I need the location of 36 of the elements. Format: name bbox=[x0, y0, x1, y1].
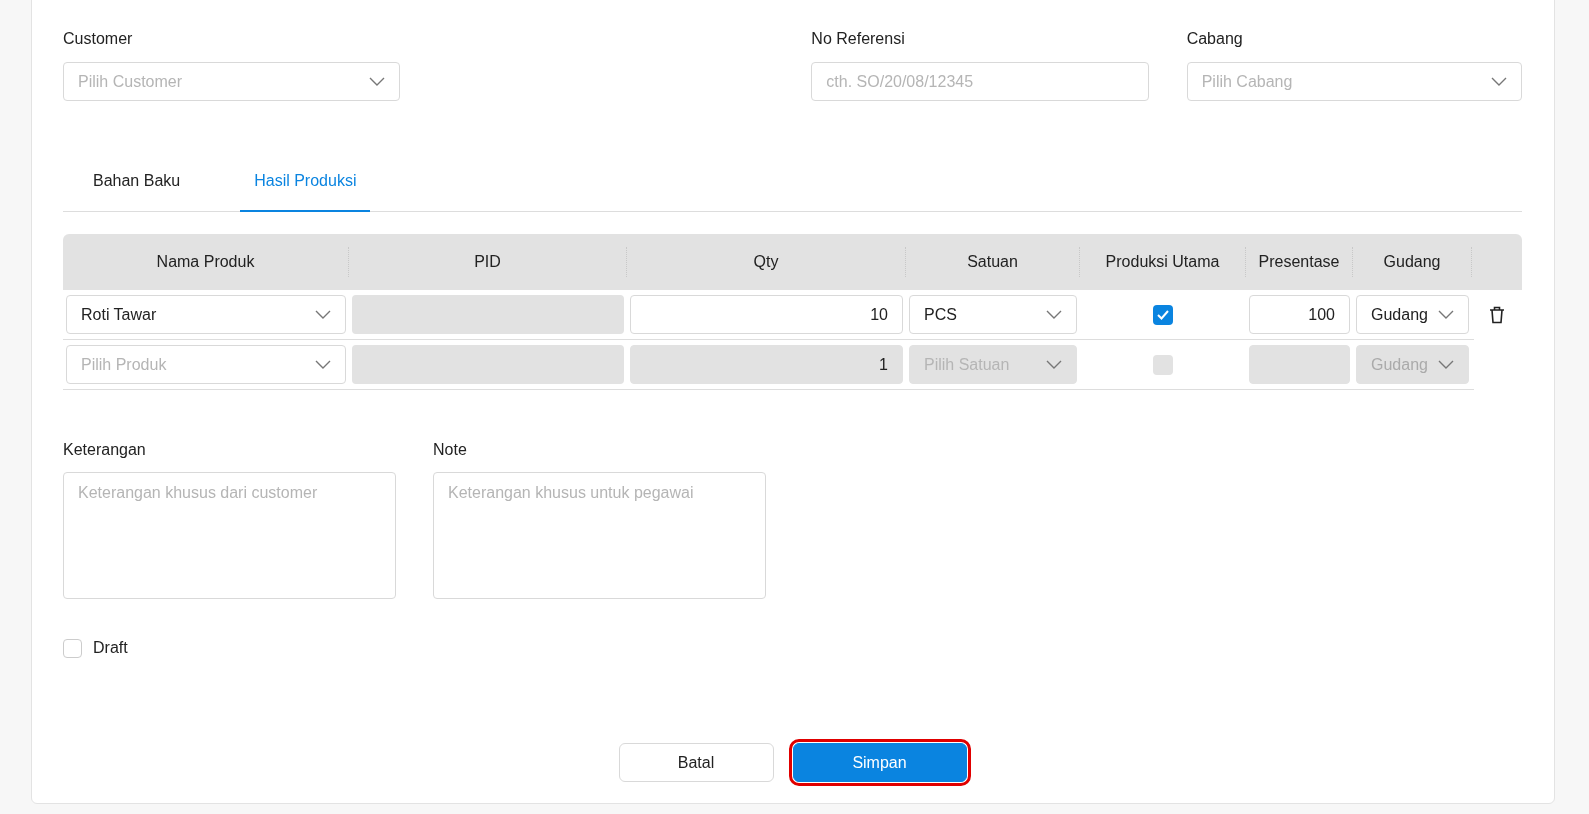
field-label: No Referensi bbox=[811, 29, 906, 49]
column-header: PID bbox=[474, 252, 501, 272]
column-header: Qty bbox=[753, 252, 779, 272]
chevron-down-icon bbox=[315, 309, 331, 320]
column-header: Gudang bbox=[1383, 252, 1441, 272]
unit-select[interactable]: PCS bbox=[909, 295, 1077, 334]
chevron-down-icon bbox=[1438, 309, 1454, 320]
trash-icon[interactable] bbox=[1489, 305, 1505, 324]
checkbox[interactable] bbox=[1153, 304, 1173, 325]
input-field[interactable]: cth. SO/20/08/12345 bbox=[811, 62, 1149, 101]
percentage-field[interactable] bbox=[1249, 345, 1350, 384]
field-label: Cabang bbox=[1186, 29, 1244, 49]
chevron-down-icon bbox=[1438, 359, 1454, 370]
column-header: Produksi Utama bbox=[1105, 252, 1220, 272]
product-select[interactable]: Roti Tawar bbox=[66, 295, 346, 334]
checkbox-label: Draft bbox=[93, 638, 128, 658]
text-area[interactable]: Keterangan khusus dari customer bbox=[63, 472, 396, 599]
field-label: Keterangan bbox=[63, 440, 147, 460]
text-area[interactable]: Keterangan khusus untuk pegawai bbox=[433, 472, 766, 599]
chevron-down-icon bbox=[1046, 359, 1062, 370]
qty-field[interactable]: 10 bbox=[630, 295, 903, 334]
chevron-down-icon bbox=[369, 76, 386, 87]
chevron-down-icon bbox=[1491, 76, 1507, 87]
cancel-button[interactable]: Batal bbox=[618, 743, 774, 782]
percentage-field[interactable]: 100 bbox=[1249, 295, 1350, 334]
field-label: Note bbox=[433, 440, 468, 460]
field-label: Customer bbox=[63, 29, 134, 49]
chevron-down-icon bbox=[1046, 309, 1062, 320]
warehouse-select[interactable]: Gudang bbox=[1356, 295, 1469, 334]
column-header: Presentase bbox=[1258, 252, 1340, 272]
checkmark-icon bbox=[1157, 309, 1169, 320]
tab[interactable]: Hasil Produksi bbox=[240, 169, 371, 212]
chevron-down-icon bbox=[315, 359, 331, 370]
column-header: Satuan bbox=[967, 252, 1018, 272]
tab[interactable]: Bahan Baku bbox=[79, 169, 195, 212]
column-header: Nama Produk bbox=[156, 252, 255, 272]
